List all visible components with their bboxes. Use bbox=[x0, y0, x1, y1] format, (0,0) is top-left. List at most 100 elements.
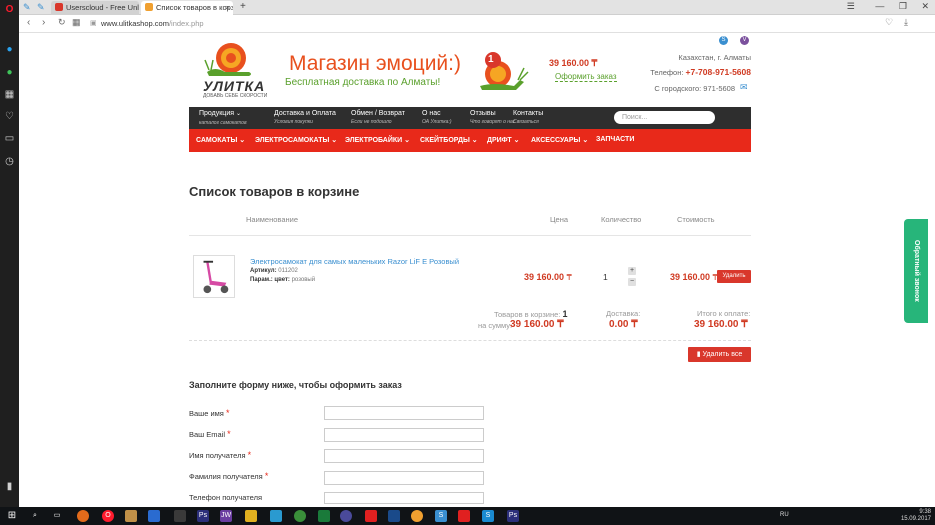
app-icon[interactable] bbox=[174, 510, 186, 522]
firefox-icon[interactable] bbox=[77, 510, 89, 522]
field-label-email: Ваш Email * bbox=[189, 429, 231, 439]
site-headline: Магазин эмоций:) bbox=[289, 52, 461, 75]
search-input[interactable]: Поиск... bbox=[614, 111, 715, 124]
page-title: Список товаров в корзине bbox=[189, 184, 360, 199]
app-icon[interactable] bbox=[148, 510, 160, 522]
recipient-phone-field[interactable] bbox=[324, 492, 484, 504]
category-skateboards[interactable]: СКЕЙТБОРДЫ ⌄ bbox=[420, 136, 478, 144]
checkout-link[interactable]: Оформить заказ bbox=[555, 72, 617, 82]
folder-icon[interactable] bbox=[245, 510, 257, 522]
tab-strip: ✎ ✎ Userscloud - Free Unlimit Список тов… bbox=[19, 0, 935, 15]
app-icon[interactable] bbox=[340, 510, 352, 522]
menu-item-delivery[interactable]: Доставка и Оплата Условия покупки bbox=[274, 109, 336, 127]
category-e-bikes[interactable]: ЭЛЕКТРОБАЙКИ ⌄ bbox=[345, 136, 410, 144]
logo-tagline: ДОБАВЬ СЕБЕ СКОРОСТИ bbox=[203, 93, 268, 99]
skype-icon[interactable]: S bbox=[719, 36, 728, 45]
delivery-label: Доставка: bbox=[606, 309, 641, 318]
email-field[interactable] bbox=[324, 428, 484, 442]
grand-total-label: Итого к оплате: bbox=[697, 309, 751, 318]
snail-cart-icon[interactable] bbox=[474, 50, 529, 100]
menu-item-exchange[interactable]: Обмен / Возврат Если не подошло bbox=[351, 109, 405, 127]
clock[interactable]: 9:38 15.09.2017 bbox=[901, 509, 931, 523]
url-field[interactable]: www.ulitkashop.com/index.php bbox=[101, 18, 901, 30]
window-controls: ☰ — ❐ ✕ bbox=[847, 1, 929, 12]
recipient-name-field[interactable] bbox=[324, 449, 484, 463]
ulitka-favicon-icon bbox=[145, 3, 153, 11]
language-indicator[interactable]: RU bbox=[780, 512, 789, 518]
app-icon[interactable]: S bbox=[435, 510, 447, 522]
tab-userscloud[interactable]: Userscloud - Free Unlimit bbox=[51, 1, 139, 15]
search-icon[interactable]: ⌕ bbox=[29, 510, 41, 522]
sidebar-toggle-icon[interactable]: ▮ bbox=[3, 480, 16, 493]
qty-decrease-button[interactable]: − bbox=[628, 278, 636, 286]
viber-icon[interactable]: V bbox=[740, 36, 749, 45]
qty-increase-button[interactable]: + bbox=[628, 267, 636, 275]
whatsapp-icon[interactable]: ● bbox=[3, 66, 16, 79]
downloads-icon[interactable]: ⤓ bbox=[904, 17, 908, 28]
menu-item-about[interactable]: О нас ОА Улитка:) bbox=[422, 109, 452, 127]
opera-menu-icon[interactable]: O bbox=[3, 3, 16, 16]
messenger-icon[interactable]: ● bbox=[3, 43, 16, 56]
skype-taskbar-icon[interactable]: S bbox=[482, 510, 494, 522]
minimize-icon[interactable]: — bbox=[875, 1, 884, 11]
history-icon[interactable]: ◷ bbox=[3, 155, 16, 168]
category-accessories[interactable]: АКСЕССУАРЫ ⌄ bbox=[531, 136, 588, 144]
pinned-tab-icon[interactable]: ✎ bbox=[23, 2, 31, 13]
bookmarks-icon[interactable]: ♡ bbox=[3, 110, 16, 123]
app-icon[interactable] bbox=[270, 510, 282, 522]
forward-icon[interactable]: › bbox=[42, 17, 45, 28]
field-label-recipient-surname: Фамилия получателя * bbox=[189, 471, 269, 481]
mail-icon[interactable]: ✉ bbox=[740, 82, 748, 93]
callback-button[interactable]: Обратный звонок bbox=[904, 219, 928, 323]
grid-icon[interactable]: ▦ bbox=[72, 17, 81, 28]
app-icon[interactable] bbox=[411, 510, 423, 522]
col-name: Наименование bbox=[246, 215, 298, 224]
field-label-name: Ваше имя * bbox=[189, 408, 230, 418]
heart-icon[interactable]: ♡ bbox=[885, 17, 893, 28]
app-icon[interactable]: JW bbox=[220, 510, 232, 522]
app-icon[interactable] bbox=[388, 510, 400, 522]
phone-line: Телефон: +7-708-971-5608 bbox=[650, 67, 751, 77]
category-e-scooters[interactable]: ЭЛЕКТРОСАМОКАТЫ ⌄ bbox=[255, 136, 337, 144]
menu-item-contacts[interactable]: Контакты Связаться bbox=[513, 109, 543, 127]
category-drift[interactable]: ДРИФТ ⌄ bbox=[487, 136, 519, 144]
tab-cart[interactable]: Список товаров в корзи × bbox=[141, 1, 233, 15]
category-parts[interactable]: ЗАПЧАСТИ bbox=[596, 136, 634, 143]
speed-dial-icon[interactable]: ▦ bbox=[3, 88, 16, 101]
app-icon[interactable] bbox=[365, 510, 377, 522]
landline-text: С городского: 971-5608 bbox=[654, 84, 735, 93]
task-view-icon[interactable]: ▭ bbox=[51, 510, 63, 522]
back-icon[interactable]: ‹ bbox=[27, 17, 30, 28]
product-name-link[interactable]: Электросамокат для самых маленьких Razor… bbox=[250, 257, 459, 266]
tab-menu-icon[interactable]: ☰ bbox=[847, 1, 855, 11]
app-icon[interactable] bbox=[294, 510, 306, 522]
delete-all-button[interactable]: ▮ Удалить все bbox=[688, 347, 751, 362]
free-delivery-text: Бесплатная доставка по Алматы! bbox=[285, 77, 441, 88]
opera-icon[interactable]: O bbox=[102, 510, 114, 522]
name-field[interactable] bbox=[324, 406, 484, 420]
close-window-icon[interactable]: ✕ bbox=[921, 1, 929, 11]
menu-item-reviews[interactable]: Отзывы Что говорят о нас bbox=[470, 109, 515, 127]
reload-icon[interactable]: ↻ bbox=[58, 17, 66, 28]
photoshop-icon[interactable]: Ps bbox=[507, 510, 519, 522]
logo-wordmark[interactable]: УЛИТКА bbox=[203, 78, 265, 94]
photoshop-icon[interactable]: Ps bbox=[197, 510, 209, 522]
app-icon[interactable] bbox=[458, 510, 470, 522]
menu-item-products[interactable]: Продукция ⌄ каталог самокатов bbox=[199, 109, 247, 128]
header-divider bbox=[189, 235, 751, 236]
delete-item-button[interactable]: Удалить bbox=[717, 270, 751, 283]
windows-start-icon[interactable]: ⊞ bbox=[6, 510, 18, 522]
page-info-icon[interactable]: ▣ bbox=[90, 19, 97, 27]
app-icon[interactable] bbox=[318, 510, 330, 522]
category-scooters[interactable]: САМОКАТЫ ⌄ bbox=[196, 136, 245, 144]
item-qty[interactable]: 1 bbox=[603, 272, 608, 282]
recipient-surname-field[interactable] bbox=[324, 471, 484, 485]
maximize-icon[interactable]: ❐ bbox=[899, 1, 907, 11]
product-thumbnail[interactable] bbox=[193, 255, 235, 298]
pinned-tab-icon[interactable]: ✎ bbox=[37, 2, 45, 13]
app-icon[interactable] bbox=[125, 510, 137, 522]
news-icon[interactable]: ▭ bbox=[3, 132, 16, 145]
phone-number[interactable]: +7-708-971-5608 bbox=[686, 67, 751, 77]
close-tab-icon[interactable]: × bbox=[226, 1, 230, 15]
new-tab-button[interactable]: + bbox=[240, 1, 246, 12]
